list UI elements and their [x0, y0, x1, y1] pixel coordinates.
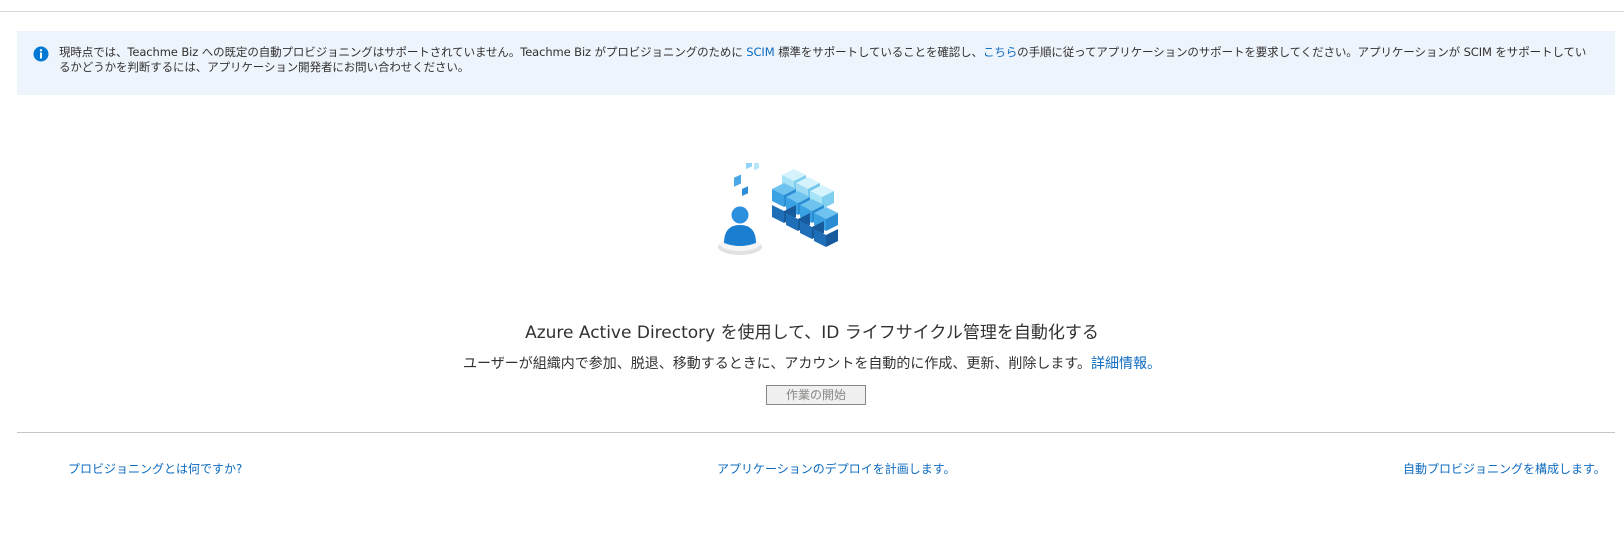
get-started-button[interactable]: 作業の開始 — [766, 385, 866, 405]
here-link[interactable]: こちら — [983, 45, 1017, 59]
bottom-divider — [17, 432, 1615, 433]
banner-text-part2: 標準をサポートしていることを確認し、 — [774, 45, 983, 59]
plan-deployment-link[interactable]: アプリケーションのデプロイを計画します。 — [717, 460, 956, 477]
headline: Azure Active Directory を使用して、ID ライフサイクル管… — [525, 323, 1099, 343]
description-line: ユーザーが組織内で参加、脱退、移動するときに、アカウントを自動的に作成、更新、削… — [0, 353, 1624, 373]
banner-text-part1: 現時点では、Teachme Biz への既定の自動プロビジョニングはサポートされ… — [59, 45, 747, 59]
top-divider — [0, 11, 1624, 12]
scim-link[interactable]: SCIM — [746, 45, 774, 59]
info-banner-text: 現時点では、Teachme Biz への既定の自動プロビジョニングはサポートされ… — [59, 45, 1595, 75]
description-text: ユーザーが組織内で参加、脱退、移動するときに、アカウントを自動的に作成、更新、削… — [463, 356, 1091, 372]
learn-more-link[interactable]: 詳細情報。 — [1091, 356, 1161, 372]
provisioning-page: 現時点では、Teachme Biz への既定の自動プロビジョニングはサポートされ… — [0, 0, 1624, 554]
user-provisioning-cubes-illustration — [718, 163, 838, 255]
info-banner: 現時点では、Teachme Biz への既定の自動プロビジョニングはサポートされ… — [17, 31, 1615, 95]
what-is-provisioning-link[interactable]: プロビジョニングとは何ですか? — [68, 460, 242, 477]
configure-provisioning-link[interactable]: 自動プロビジョニングを構成します。 — [1403, 460, 1606, 477]
info-icon — [33, 46, 49, 62]
